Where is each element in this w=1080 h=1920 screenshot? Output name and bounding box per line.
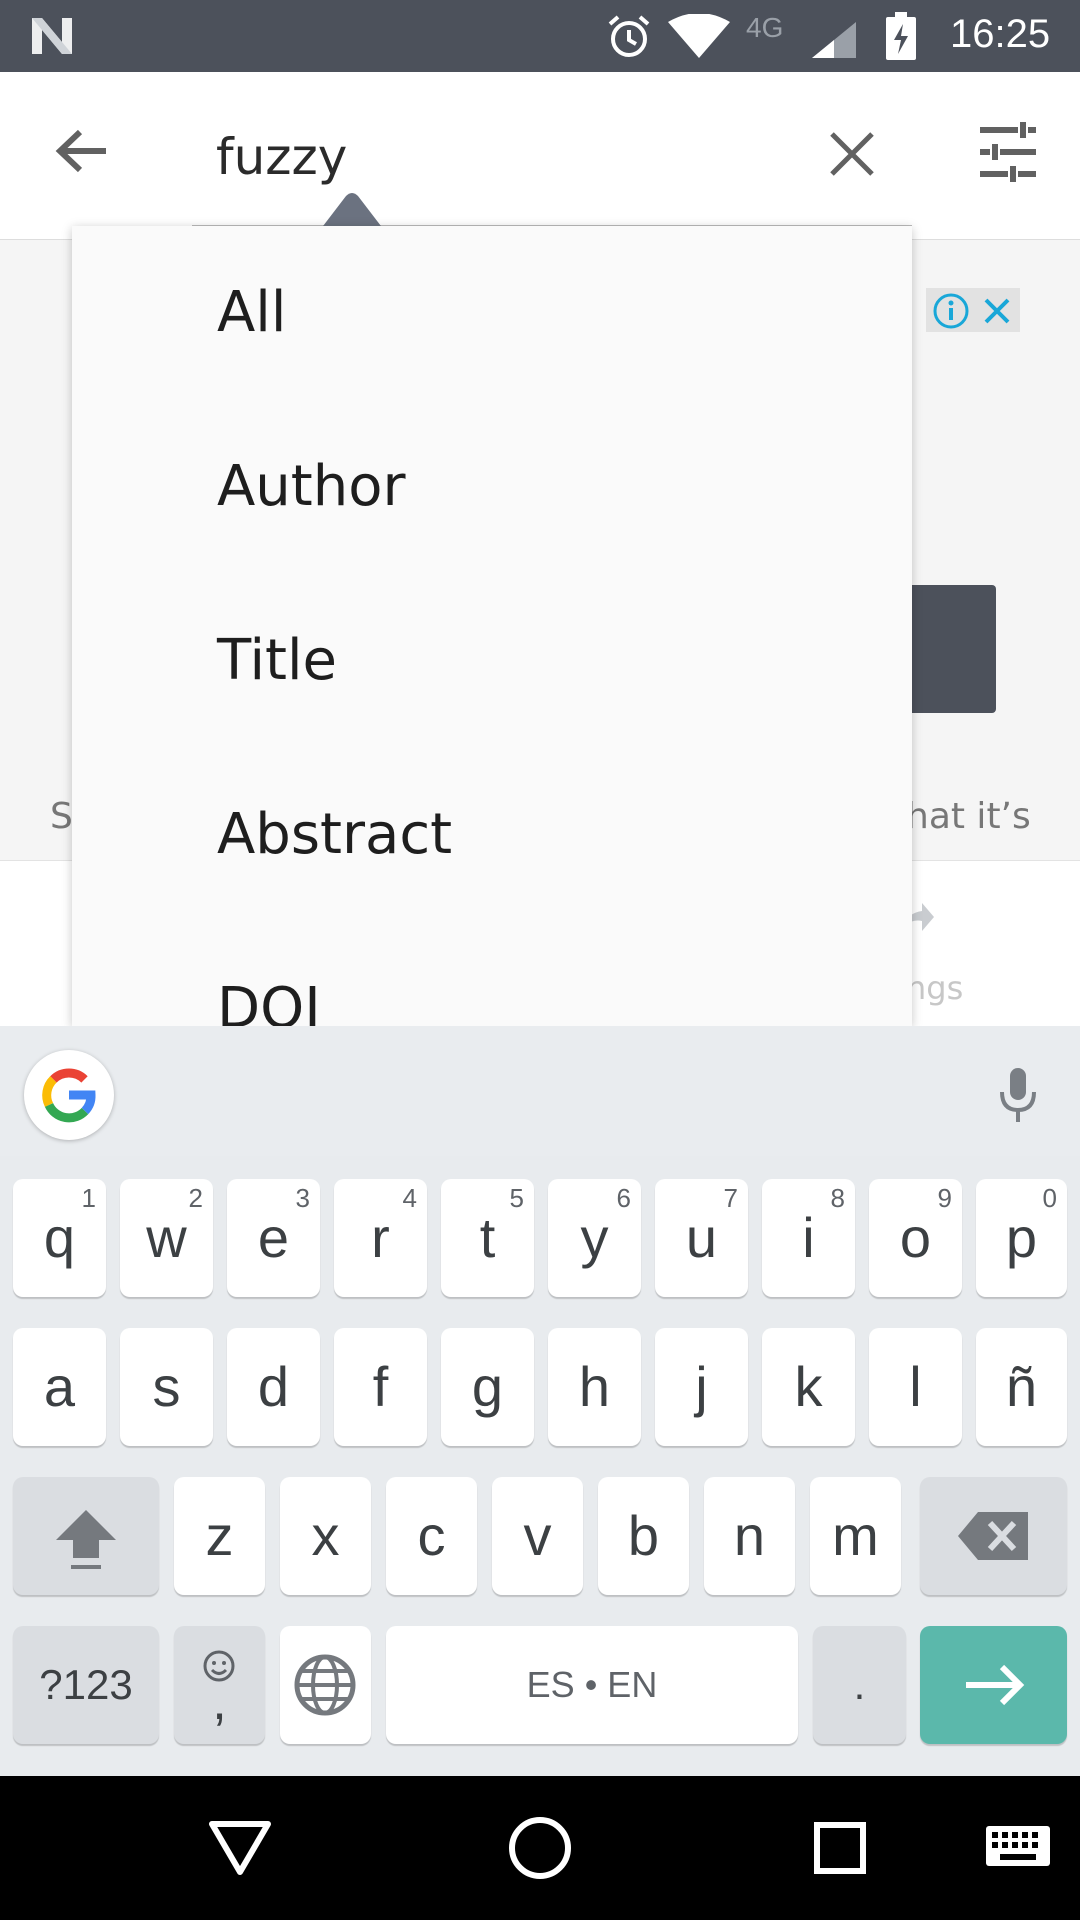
alarm-icon bbox=[608, 15, 650, 57]
n-logo-icon bbox=[32, 18, 72, 54]
emoji-comma-key[interactable]: , bbox=[174, 1626, 265, 1744]
key-z[interactable]: z bbox=[174, 1477, 265, 1595]
key-q[interactable]: q1 bbox=[13, 1179, 106, 1297]
backspace-icon bbox=[958, 1512, 1028, 1560]
background-text-left: S bbox=[50, 796, 73, 837]
backspace-key[interactable] bbox=[920, 1477, 1067, 1595]
globe-icon bbox=[294, 1654, 356, 1716]
search-field-dropdown: All Author Title Abstract DOI bbox=[72, 226, 912, 1026]
dropdown-option-abstract[interactable]: Abstract bbox=[72, 748, 912, 922]
wifi-icon bbox=[668, 14, 730, 58]
key-h[interactable]: h bbox=[548, 1328, 641, 1446]
ad-choices-badge[interactable] bbox=[926, 288, 1020, 332]
key-m[interactable]: m bbox=[810, 1477, 901, 1595]
filter-sliders-icon[interactable] bbox=[976, 120, 1040, 184]
dropdown-option-all[interactable]: All bbox=[72, 226, 912, 400]
microphone-icon[interactable] bbox=[996, 1066, 1040, 1126]
key-v[interactable]: v bbox=[492, 1477, 583, 1595]
soft-keyboard: q1 w2 e3 r4 t5 y6 u7 i8 o9 p0 a s d f g … bbox=[0, 1026, 1080, 1776]
google-logo-button[interactable] bbox=[24, 1050, 114, 1140]
info-icon[interactable] bbox=[932, 292, 970, 330]
dropdown-pointer bbox=[320, 193, 384, 230]
key-o[interactable]: o9 bbox=[869, 1179, 962, 1297]
dropdown-option-doi[interactable]: DOI bbox=[72, 922, 912, 1026]
signal-icon bbox=[812, 22, 856, 58]
key-c[interactable]: c bbox=[386, 1477, 477, 1595]
search-input[interactable]: fuzzy bbox=[216, 128, 347, 186]
status-bar: 4G 16:25 bbox=[0, 0, 1080, 72]
key-k[interactable]: k bbox=[762, 1328, 855, 1446]
key-u[interactable]: u7 bbox=[655, 1179, 748, 1297]
symbols-key[interactable]: ?123 bbox=[13, 1626, 159, 1744]
google-g-icon bbox=[42, 1068, 96, 1123]
key-l[interactable]: l bbox=[869, 1328, 962, 1446]
key-p[interactable]: p0 bbox=[976, 1179, 1067, 1297]
space-key[interactable]: ES • EN bbox=[386, 1626, 798, 1744]
key-d[interactable]: d bbox=[227, 1328, 320, 1446]
search-toolbar: fuzzy bbox=[0, 72, 1080, 240]
key-g[interactable]: g bbox=[441, 1328, 534, 1446]
key-w[interactable]: w2 bbox=[120, 1179, 213, 1297]
comma-label: , bbox=[212, 1673, 227, 1731]
period-key[interactable]: . bbox=[813, 1626, 906, 1744]
system-navigation-bar bbox=[0, 1776, 1080, 1920]
clock: 16:25 bbox=[950, 12, 1051, 56]
key-t[interactable]: t5 bbox=[441, 1179, 534, 1297]
keyboard-suggestion-strip bbox=[0, 1026, 1080, 1156]
nav-home-icon[interactable] bbox=[506, 1814, 574, 1882]
language-key[interactable] bbox=[280, 1626, 371, 1744]
back-arrow-icon[interactable] bbox=[48, 116, 118, 186]
dropdown-option-title[interactable]: Title bbox=[72, 574, 912, 748]
key-n-tilde[interactable]: ñ bbox=[976, 1328, 1067, 1446]
key-e[interactable]: e3 bbox=[227, 1179, 320, 1297]
nav-back-icon[interactable] bbox=[208, 1818, 272, 1878]
shift-arrow-icon bbox=[56, 1510, 116, 1569]
key-j[interactable]: j bbox=[655, 1328, 748, 1446]
close-icon[interactable] bbox=[980, 294, 1014, 328]
key-s[interactable]: s bbox=[120, 1328, 213, 1446]
background-text-right: hat it’s bbox=[906, 796, 1031, 837]
key-b[interactable]: b bbox=[598, 1477, 689, 1595]
battery-charging-icon bbox=[886, 12, 916, 60]
shift-key[interactable] bbox=[13, 1477, 159, 1595]
close-icon[interactable] bbox=[822, 124, 882, 184]
key-y[interactable]: y6 bbox=[548, 1179, 641, 1297]
key-i[interactable]: i8 bbox=[762, 1179, 855, 1297]
key-x[interactable]: x bbox=[280, 1477, 371, 1595]
enter-key[interactable] bbox=[920, 1626, 1067, 1744]
key-r[interactable]: r4 bbox=[334, 1179, 427, 1297]
key-n[interactable]: n bbox=[704, 1477, 795, 1595]
arrow-right-icon bbox=[966, 1664, 1025, 1706]
settings-label: ngs bbox=[906, 969, 964, 1007]
keyboard-switch-icon[interactable] bbox=[986, 1826, 1050, 1872]
network-type-label: 4G bbox=[746, 12, 784, 43]
nav-recents-icon[interactable] bbox=[814, 1822, 866, 1874]
key-a[interactable]: a bbox=[13, 1328, 106, 1446]
key-f[interactable]: f bbox=[334, 1328, 427, 1446]
dropdown-option-author[interactable]: Author bbox=[72, 400, 912, 574]
